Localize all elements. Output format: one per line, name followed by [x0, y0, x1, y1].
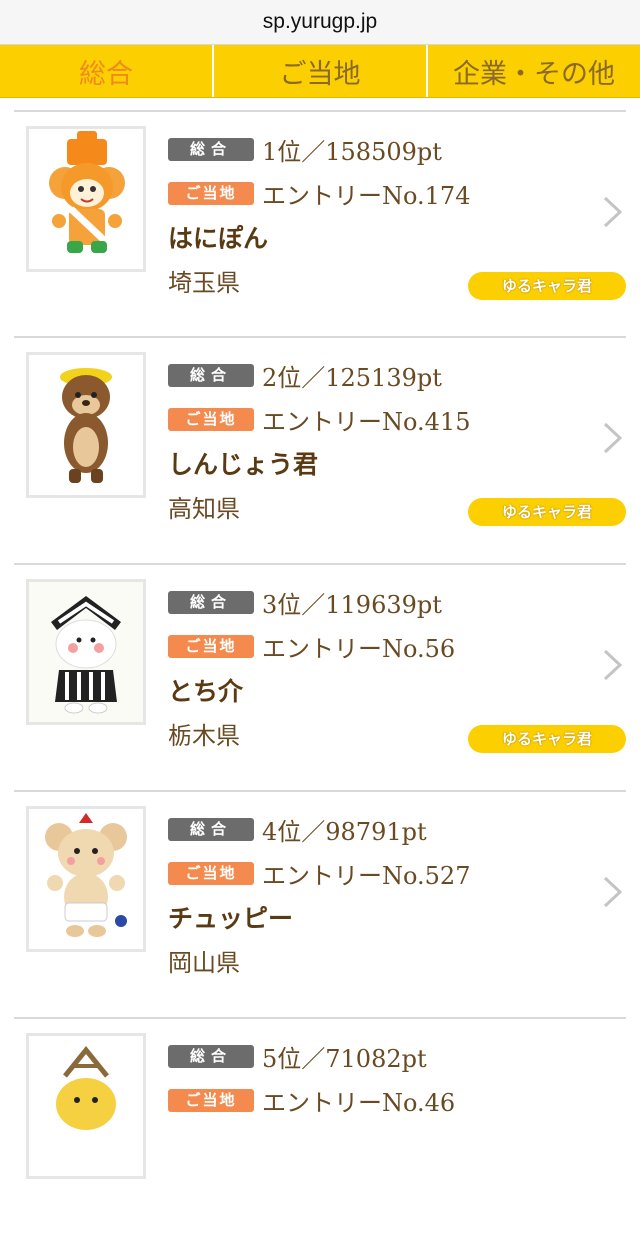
yuru-chara-kun-badge: ゆるキャラ君 [468, 272, 626, 300]
address-bar[interactable]: sp.yurugp.jp [0, 0, 640, 45]
yuru-chara-kun-badge: ゆるキャラ君 [468, 725, 626, 753]
chuppy-mascot-image [26, 806, 146, 952]
overall-rank-badge: 総合 [168, 1045, 254, 1068]
yuru-chara-kun-badge: ゆるキャラ君 [468, 498, 626, 526]
list-item[interactable]: 総合 2位／125139pt ご当地 エントリーNo.415 しんじょう君 高知… [14, 336, 626, 564]
tab-local-label: ご当地 [279, 58, 361, 90]
entry-number: エントリーNo.174 [262, 182, 471, 210]
mascot-name: はにぽん [168, 224, 269, 253]
list-item[interactable]: 総合 5位／71082pt ご当地 エントリーNo.46 [14, 1017, 626, 1245]
rank-points: 2位／125139pt [262, 364, 442, 392]
prefecture: 高知県 [168, 495, 240, 523]
overall-rank-badge: 総合 [168, 591, 254, 614]
list-item[interactable]: 総合 3位／119639pt ご当地 エントリーNo.56 とち介 栃木県 ゆる… [14, 563, 626, 791]
rank-points: 3位／119639pt [262, 591, 442, 619]
chevron-right-icon [603, 196, 623, 228]
mascot-name: しんじょう君 [168, 450, 319, 479]
haniponn-mascot-image [26, 126, 146, 272]
local-badge: ご当地 [168, 182, 254, 205]
shinjo-kun-mascot-image [26, 352, 146, 498]
local-badge: ご当地 [168, 408, 254, 431]
prefecture: 埼玉県 [168, 269, 240, 297]
overall-rank-badge: 総合 [168, 818, 254, 841]
url-text: sp.yurugp.jp [262, 10, 378, 33]
tab-overall-label: 総合 [79, 58, 133, 90]
mascot-name: とち介 [168, 677, 244, 706]
rank-points: 5位／71082pt [262, 1045, 427, 1073]
entry-number: エントリーNo.415 [262, 408, 471, 436]
tab-company-other-label: 企業・その他 [453, 58, 615, 90]
tab-local[interactable]: ご当地 [212, 45, 426, 97]
list-item[interactable]: 総合 1位／158509pt ご当地 エントリーNo.174 はにぽん 埼玉県 … [14, 110, 626, 338]
prefecture: 栃木県 [168, 722, 240, 750]
category-tabs: 総合 ご当地 企業・その他 [0, 45, 640, 98]
rank-points: 1位／158509pt [262, 138, 442, 166]
list-item[interactable]: 総合 4位／98791pt ご当地 エントリーNo.527 チュッピー 岡山県 [14, 790, 626, 1018]
overall-rank-badge: 総合 [168, 138, 254, 161]
entry-number: エントリーNo.527 [262, 862, 471, 890]
overall-rank-badge: 総合 [168, 364, 254, 387]
tab-overall[interactable]: 総合 [0, 45, 212, 97]
tab-company-other[interactable]: 企業・その他 [426, 45, 640, 97]
rank-points: 4位／98791pt [262, 818, 427, 846]
chevron-right-icon [603, 649, 623, 681]
tochisuke-mascot-image [26, 579, 146, 725]
entry-number: エントリーNo.56 [262, 635, 456, 663]
chevron-right-icon [603, 422, 623, 454]
mascot-name: チュッピー [168, 904, 294, 933]
mascot-5-image [26, 1033, 146, 1179]
local-badge: ご当地 [168, 862, 254, 885]
prefecture: 岡山県 [168, 949, 240, 977]
local-badge: ご当地 [168, 635, 254, 658]
chevron-right-icon [603, 876, 623, 908]
